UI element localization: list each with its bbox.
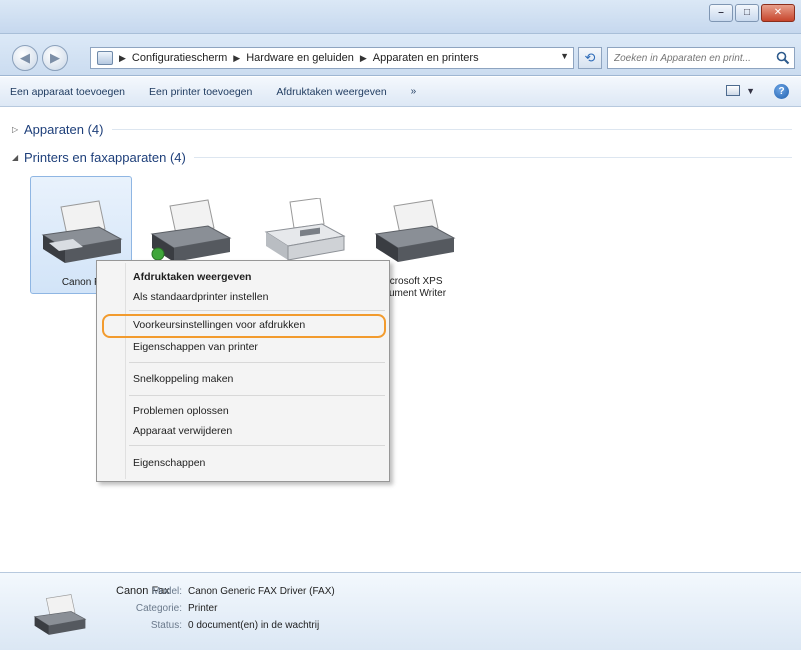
forward-arrow-icon: ▶ <box>50 50 60 65</box>
back-arrow-icon: ◀ <box>20 50 30 65</box>
printer-icon <box>374 199 456 262</box>
menu-separator <box>129 362 385 363</box>
details-status-label: Status: <box>150 620 182 631</box>
menu-item-set-default[interactable]: Als standaardprinter instellen <box>133 291 268 303</box>
title-bar: – □ ✕ <box>0 0 801 34</box>
group-divider <box>111 129 792 130</box>
details-pane: Canon Fax Model: Canon Generic FAX Drive… <box>0 572 801 650</box>
content-area: ▷ Apparaten (4) ◢ Printers en faxapparat… <box>0 108 801 572</box>
group-divider <box>193 157 792 158</box>
breadcrumb-hardware[interactable]: Hardware en geluiden <box>246 52 354 64</box>
collapse-arrow-icon: ◢ <box>12 153 19 162</box>
close-button[interactable]: ✕ <box>761 4 795 22</box>
more-commands-button[interactable]: » <box>411 86 417 97</box>
details-category-label: Categorie: <box>135 603 182 614</box>
printer-icon <box>33 594 87 635</box>
address-row: ◀ ▶ ▶ Configuratiescherm ▶ Hardware en g… <box>0 34 801 76</box>
menu-separator <box>129 395 385 396</box>
fax-icon <box>264 198 346 261</box>
breadcrumb-separator-icon[interactable]: ▶ <box>360 53 367 64</box>
window-controls: – □ ✕ <box>709 4 795 22</box>
expand-arrow-icon: ▷ <box>12 125 19 134</box>
control-panel-icon <box>97 51 113 65</box>
group-header-printers[interactable]: ◢ Printers en faxapparaten (4) <box>12 150 792 165</box>
breadcrumb-devices-printers[interactable]: Apparaten en printers <box>373 52 479 64</box>
menu-item-printer-properties[interactable]: Eigenschappen van printer <box>133 341 258 353</box>
menu-item-troubleshoot[interactable]: Problemen oplossen <box>133 405 229 417</box>
menu-separator <box>129 310 385 311</box>
highlight-ring <box>102 314 386 338</box>
minimize-icon: – <box>718 7 724 18</box>
group-header-devices[interactable]: ▷ Apparaten (4) <box>12 122 792 137</box>
address-dropdown-icon[interactable]: ▼ <box>560 51 569 61</box>
view-icon <box>726 85 741 96</box>
menu-gutter <box>125 263 126 479</box>
close-icon: ✕ <box>773 7 783 18</box>
details-status-value: 0 document(en) in de wachtrij <box>188 620 320 631</box>
maximize-icon: □ <box>743 7 751 18</box>
change-view-button[interactable]: ▼ <box>726 85 755 96</box>
refresh-button[interactable]: ⟲ <box>578 47 602 69</box>
search-icon[interactable] <box>776 51 790 65</box>
chevron-down-icon: ▼ <box>746 85 755 96</box>
help-icon[interactable]: ? <box>774 84 789 99</box>
details-model-label: Model: <box>151 586 182 597</box>
address-bar[interactable]: ▶ Configuratiescherm ▶ Hardware en gelui… <box>90 47 574 69</box>
add-device-button[interactable]: Een apparaat toevoegen <box>10 86 125 98</box>
context-menu: Afdruktaken weergeven Als standaardprint… <box>96 260 390 482</box>
command-bar: Een apparaat toevoegen Een printer toevo… <box>0 77 801 107</box>
back-button[interactable]: ◀ <box>12 45 38 71</box>
refresh-icon: ⟲ <box>584 50 596 65</box>
breadcrumb-control-panel[interactable]: Configuratiescherm <box>132 52 227 64</box>
maximize-button[interactable]: □ <box>735 4 759 22</box>
forward-button[interactable]: ▶ <box>42 45 68 71</box>
menu-item-remove-device[interactable]: Apparaat verwijderen <box>133 425 232 437</box>
menu-separator <box>129 445 385 446</box>
details-category-value: Printer <box>188 603 218 614</box>
group-label-printers: Printers en faxapparaten (4) <box>24 150 186 165</box>
minimize-button[interactable]: – <box>709 4 733 22</box>
breadcrumb-separator-icon[interactable]: ▶ <box>119 53 126 64</box>
menu-item-view-print-jobs[interactable]: Afdruktaken weergeven <box>133 271 251 283</box>
printer-icon <box>150 199 232 262</box>
breadcrumb-separator-icon[interactable]: ▶ <box>233 53 240 64</box>
printer-icon <box>41 200 123 263</box>
menu-item-properties[interactable]: Eigenschappen <box>133 457 205 469</box>
add-printer-button[interactable]: Een printer toevoegen <box>149 86 252 98</box>
default-check-icon <box>151 247 165 261</box>
view-print-jobs-button[interactable]: Afdruktaken weergeven <box>276 86 386 98</box>
details-model-value: Canon Generic FAX Driver (FAX) <box>188 586 335 597</box>
group-label-devices: Apparaten (4) <box>24 122 104 137</box>
search-input[interactable] <box>614 52 774 64</box>
menu-item-create-shortcut[interactable]: Snelkoppeling maken <box>133 373 233 385</box>
search-box <box>607 47 795 69</box>
